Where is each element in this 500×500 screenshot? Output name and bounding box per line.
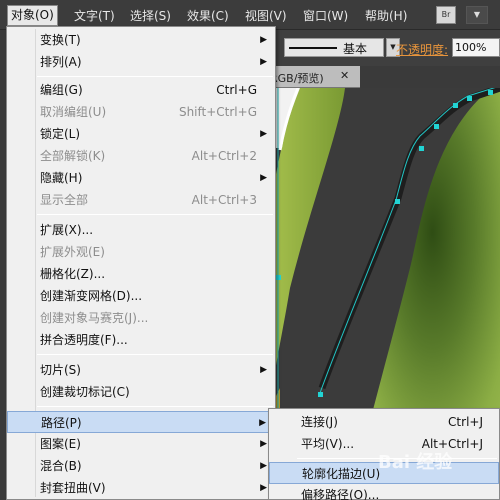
submenu-arrow-icon: ▶: [260, 365, 267, 375]
menu-item-path[interactable]: 路径(P) ▶: [7, 411, 275, 433]
menu-item-label: 创建对象马赛克(J)...: [40, 311, 149, 325]
submenu-arrow-icon: ▶: [260, 461, 267, 471]
menu-type[interactable]: 文字(T): [71, 7, 118, 25]
menu-item-label: 切片(S): [40, 363, 81, 377]
menu-separator: [37, 76, 273, 77]
control-bar: 基本 ▼ 不透明度: 100%: [270, 30, 500, 66]
menu-item-rasterize[interactable]: 栅格化(Z)...: [7, 263, 275, 285]
watermark-text: Bai 经验: [378, 452, 453, 473]
submenu-arrow-icon: ▶: [260, 35, 267, 45]
menu-item-create-trim-marks[interactable]: 创建裁切标记(C): [7, 381, 275, 403]
menu-select[interactable]: 选择(S): [127, 7, 174, 25]
menu-item-label: 隐藏(H): [40, 171, 83, 185]
menu-item-label: 栅格化(Z)...: [40, 267, 106, 281]
tab-strip: [360, 66, 500, 88]
stroke-style-label: 基本: [343, 42, 368, 56]
menu-effect[interactable]: 效果(C): [184, 7, 232, 25]
menu-item-label: 全部解锁(K): [40, 149, 106, 163]
submenu-item-offset-path[interactable]: 偏移路径(O)...: [269, 484, 499, 500]
menu-window[interactable]: 窗口(W): [300, 7, 351, 25]
menu-item-envelope-distort[interactable]: 封套扭曲(V) ▶: [7, 477, 275, 499]
menu-item-label: 显示全部: [40, 193, 89, 207]
menu-item-label: 创建裁切标记(C): [40, 385, 130, 399]
document-tab[interactable]: RGB/预览) ✕: [270, 66, 360, 88]
object-menu: 变换(T) ▶ 排列(A) ▶ 编组(G) Ctrl+G 取消编组(U) Shi…: [6, 26, 276, 500]
menu-item-label: 封套扭曲(V): [40, 481, 106, 495]
menu-item-arrange[interactable]: 排列(A) ▶: [7, 51, 275, 73]
menu-separator: [37, 354, 273, 355]
bridge-button[interactable]: Br: [436, 6, 456, 24]
menu-item-hide[interactable]: 隐藏(H) ▶: [7, 167, 275, 189]
menu-item-label: 混合(B): [40, 459, 82, 473]
submenu-arrow-icon: ▶: [260, 173, 267, 183]
submenu-arrow-icon: ▶: [259, 418, 266, 428]
submenu-item-label: 偏移路径(O)...: [301, 488, 380, 500]
menu-item-flatten-transparency[interactable]: 拼合透明度(F)...: [7, 329, 275, 351]
menu-view[interactable]: 视图(V): [242, 7, 290, 25]
menu-item-label: 排列(A): [40, 55, 82, 69]
menu-help[interactable]: 帮助(H): [362, 7, 410, 25]
menu-item-create-object-mosaic[interactable]: 创建对象马赛克(J)...: [7, 307, 275, 329]
menu-item-label: 编组(G): [40, 83, 83, 97]
menu-item-label: 拼合透明度(F)...: [40, 333, 128, 347]
menu-item-group[interactable]: 编组(G) Ctrl+G: [7, 79, 275, 101]
menu-item-label: 扩展(X)...: [40, 223, 94, 237]
menu-item-label: 创建渐变网格(D)...: [40, 289, 143, 303]
menu-item-label: 取消编组(U): [40, 105, 107, 119]
menu-item-pattern[interactable]: 图案(E) ▶: [7, 433, 275, 455]
submenu-item-label: 连接(J): [301, 415, 338, 429]
menu-object[interactable]: 对象(O): [7, 5, 58, 26]
menu-item-expand-appearance[interactable]: 扩展外观(E): [7, 241, 275, 263]
close-icon[interactable]: ✕: [340, 69, 349, 82]
menu-item-lock[interactable]: 锁定(L) ▶: [7, 123, 275, 145]
menu-item-label: 图案(E): [40, 437, 81, 451]
submenu-arrow-icon: ▶: [260, 57, 267, 67]
submenu-item-label: 平均(V)...: [301, 437, 355, 451]
submenu-arrow-icon: ▶: [260, 483, 267, 493]
submenu-item-join[interactable]: 连接(J) Ctrl+J: [269, 411, 499, 433]
stroke-style-select[interactable]: 基本: [284, 38, 384, 57]
menu-item-create-gradient-mesh[interactable]: 创建渐变网格(D)...: [7, 285, 275, 307]
menu-item-unlock-all[interactable]: 全部解锁(K) Alt+Ctrl+2: [7, 145, 275, 167]
submenu-item-label: 轮廓化描边(U): [302, 467, 381, 481]
menu-separator: [37, 406, 273, 407]
menu-item-blend[interactable]: 混合(B) ▶: [7, 455, 275, 477]
menu-separator: [37, 214, 273, 215]
workspace-dropdown[interactable]: ▼: [466, 6, 488, 24]
submenu-arrow-icon: ▶: [260, 439, 267, 449]
menu-item-ungroup[interactable]: 取消编组(U) Shift+Ctrl+G: [7, 101, 275, 123]
menu-item-label: 路径(P): [41, 416, 82, 430]
submenu-item-shortcut: Ctrl+J: [448, 415, 483, 429]
opacity-label[interactable]: 不透明度:: [396, 41, 448, 58]
menu-item-expand[interactable]: 扩展(X)...: [7, 219, 275, 241]
menu-item-slice[interactable]: 切片(S) ▶: [7, 359, 275, 381]
stroke-preview-line: [289, 47, 337, 49]
menu-item-label: 扩展外观(E): [40, 245, 105, 259]
menu-item-transform[interactable]: 变换(T) ▶: [7, 29, 275, 51]
opacity-input[interactable]: 100%: [452, 38, 500, 57]
menu-item-shortcut: Alt+Ctrl+3: [191, 193, 257, 207]
menu-item-label: 锁定(L): [40, 127, 81, 141]
submenu-arrow-icon: ▶: [260, 129, 267, 139]
menu-item-shortcut: Shift+Ctrl+G: [178, 105, 257, 119]
document-tab-label: RGB/预览): [270, 72, 324, 85]
menu-item-label: 变换(T): [40, 33, 81, 47]
menu-item-shortcut: Alt+Ctrl+2: [191, 149, 257, 163]
menu-item-shortcut: Ctrl+G: [216, 83, 257, 97]
menu-item-show-all[interactable]: 显示全部 Alt+Ctrl+3: [7, 189, 275, 211]
